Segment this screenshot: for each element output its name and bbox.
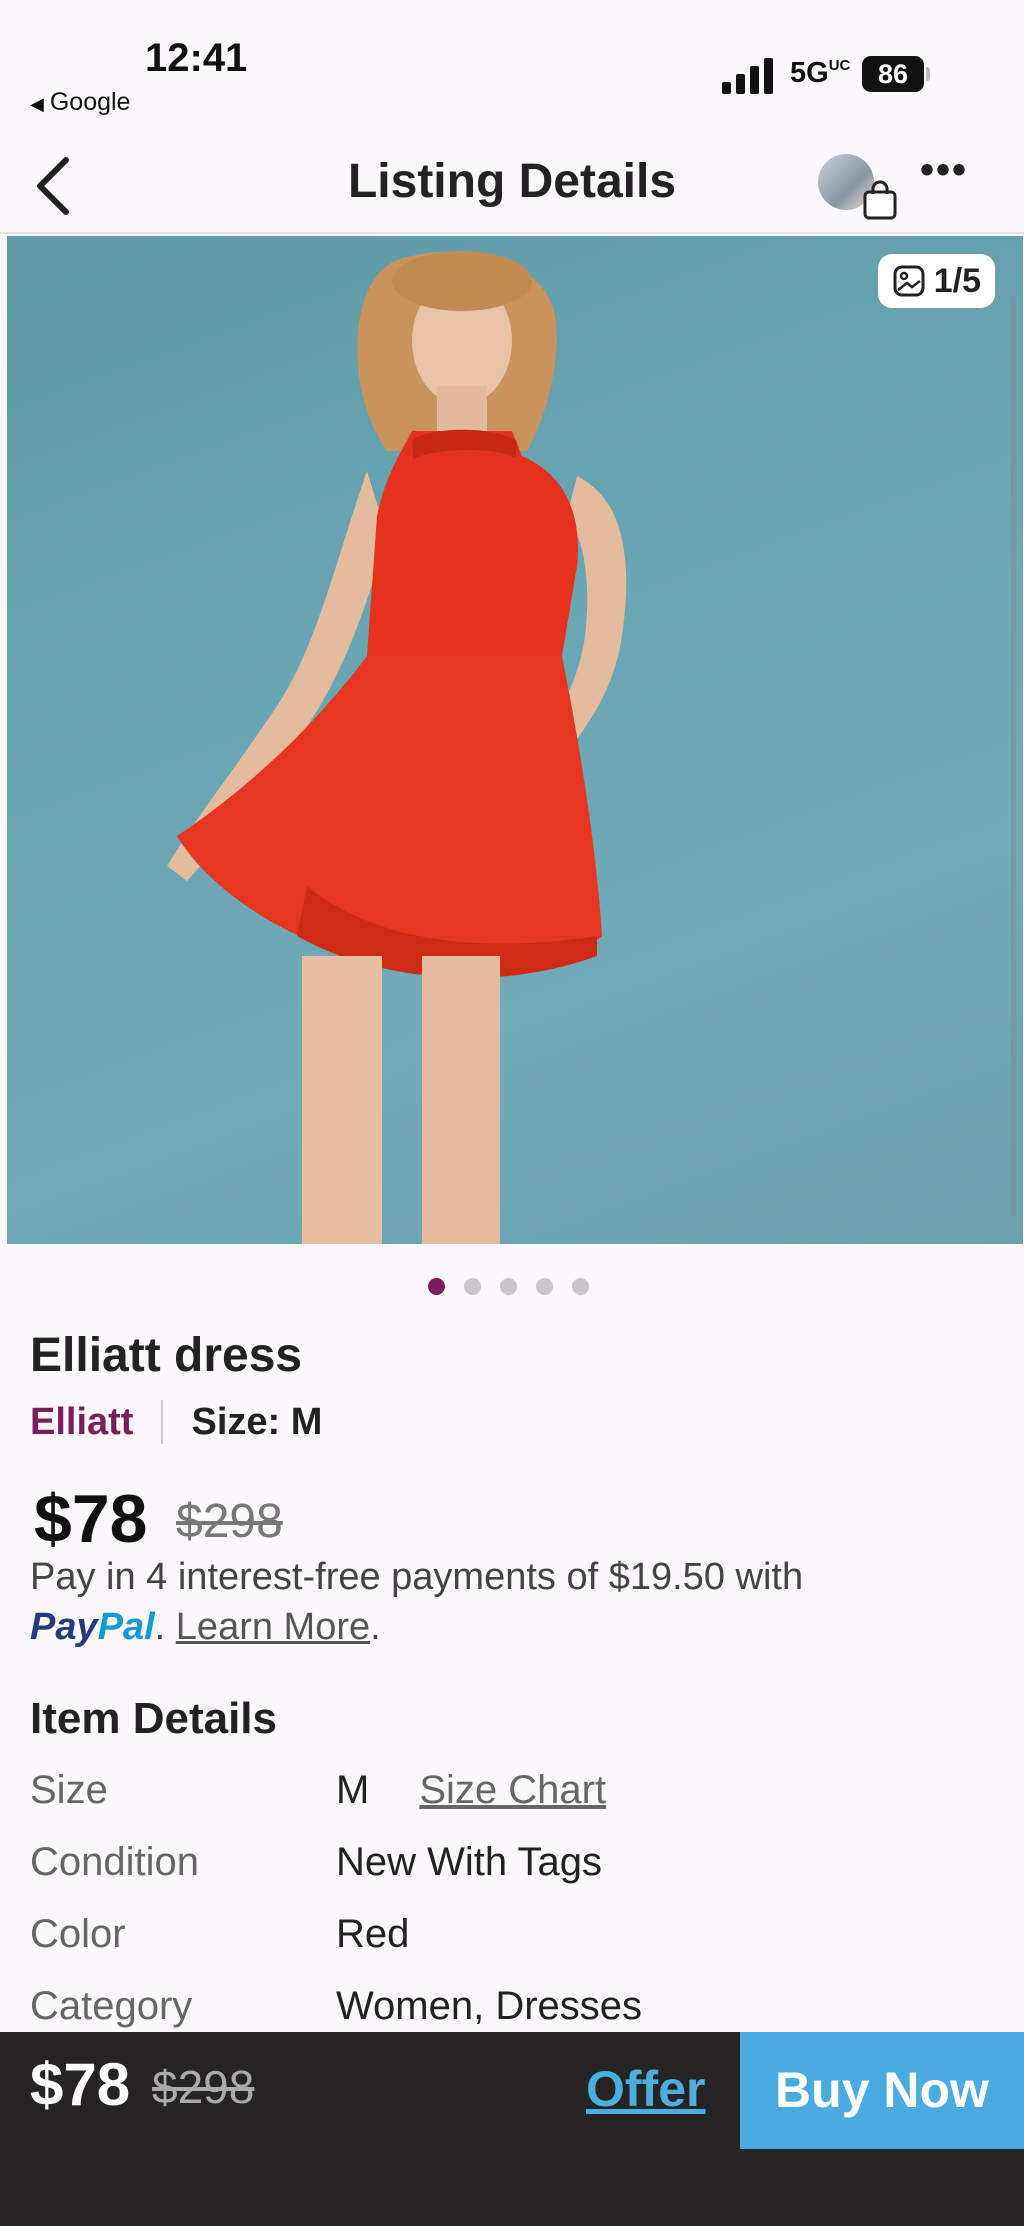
detail-label-size: Size	[30, 1768, 108, 1812]
price: $78	[34, 1481, 148, 1557]
shopping-bag-icon[interactable]	[862, 180, 898, 220]
brand-link[interactable]: Elliatt	[30, 1401, 133, 1444]
pagination-dot[interactable]	[464, 1278, 481, 1295]
learn-more-link[interactable]: Learn More	[176, 1606, 370, 1648]
more-options-icon[interactable]: •••	[920, 148, 968, 193]
battery-tip	[926, 67, 930, 81]
photo-counter-badge: 1/5	[877, 254, 995, 308]
pagination-dot[interactable]	[500, 1278, 517, 1295]
offer-button[interactable]: Offer	[586, 2060, 705, 2118]
installment-text: Pay in 4 interest-free payments of $19.5…	[30, 1556, 804, 1598]
photo-counter-text: 1/5	[933, 262, 981, 300]
size-label: Size: M	[191, 1400, 323, 1443]
detail-label-color: Color	[30, 1912, 126, 1956]
back-app-label: Google	[49, 88, 131, 116]
bottom-price: $78	[30, 2051, 131, 2118]
pagination-dot[interactable]	[428, 1278, 445, 1295]
detail-value-size: M Size Chart	[336, 1768, 607, 1812]
photo-pagination-dots	[428, 1278, 589, 1295]
model-in-red-dress-image	[167, 251, 627, 1244]
pagination-dot[interactable]	[536, 1278, 553, 1295]
original-price: $298	[176, 1495, 283, 1548]
purchase-bar: $78 $298 Offer Buy Now	[0, 2032, 1024, 2226]
status-bar: 12:41 ◀ Google 5GUC 86	[0, 0, 1024, 125]
buy-now-button[interactable]: Buy Now	[740, 2032, 1024, 2149]
divider	[161, 1400, 164, 1444]
network-label: 5GUC	[790, 57, 851, 89]
listing-photo[interactable]: 1/5	[7, 236, 1023, 1244]
nav-bar: Listing Details •••	[0, 140, 1024, 232]
nav-divider	[0, 232, 1024, 234]
item-details-heading: Item Details	[30, 1694, 277, 1743]
detail-label-condition: Condition	[30, 1840, 200, 1884]
detail-value-condition: New With Tags	[336, 1840, 603, 1884]
battery-icon: 86	[862, 56, 924, 92]
signal-icon	[722, 58, 776, 94]
bottom-original-price: $298	[152, 2061, 255, 2113]
scrollbar[interactable]	[1011, 296, 1016, 1216]
image-icon	[893, 265, 925, 297]
detail-value-color: Red	[336, 1912, 410, 1956]
detail-label-category: Category	[30, 1984, 193, 2028]
back-to-app-link[interactable]: ◀ Google	[30, 88, 130, 117]
listing-title: Elliatt dress	[30, 1329, 303, 1382]
pagination-dot[interactable]	[572, 1278, 589, 1295]
back-triangle-icon: ◀	[30, 94, 44, 114]
paypal-line: PayPal. Learn More.	[30, 1606, 381, 1648]
size-chart-link[interactable]: Size Chart	[419, 1768, 606, 1812]
detail-value-category: Women, Dresses	[336, 1984, 643, 2028]
paypal-logo: PayPal	[30, 1606, 155, 1648]
status-time: 12:41	[145, 36, 248, 80]
brand-size-row: Elliatt Size: M	[30, 1400, 322, 1444]
